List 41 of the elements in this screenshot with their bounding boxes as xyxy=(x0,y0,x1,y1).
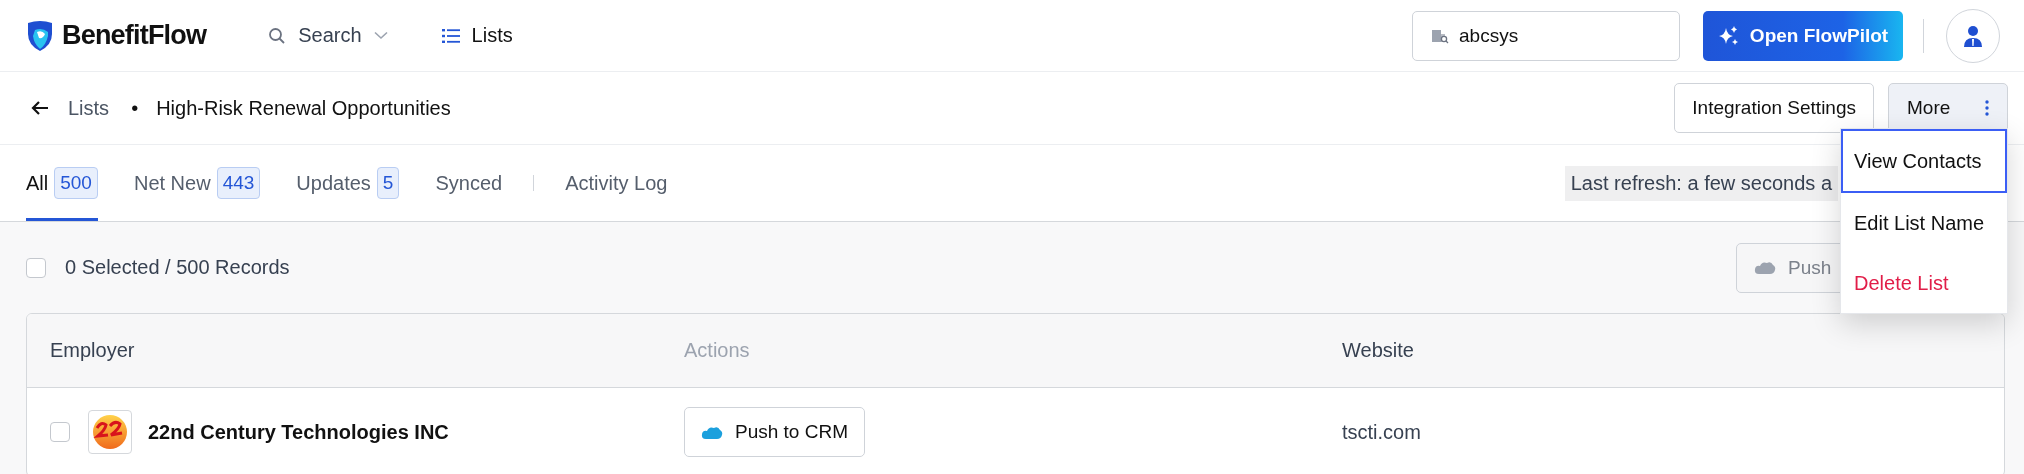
menu-item[interactable]: Delete List xyxy=(1841,253,2007,313)
person-icon xyxy=(1962,24,1984,47)
selection-summary: 0 Selected / 500 Records xyxy=(65,256,290,279)
company-logo-icon xyxy=(91,413,129,451)
avatar-button[interactable] xyxy=(1946,8,2000,63)
employer-name: 22nd Century Technologies INC xyxy=(148,420,449,444)
list-title: High-Risk Renewal Opportunities xyxy=(156,96,451,120)
search-field[interactable]: abcsys xyxy=(1412,10,1680,61)
kebab-icon xyxy=(1985,100,1989,116)
integration-settings-button[interactable]: Integration Settings xyxy=(1674,83,1874,133)
column-header: Actions xyxy=(684,339,750,362)
search-icon xyxy=(268,26,287,45)
breadcrumb-link[interactable]: Lists xyxy=(68,96,110,120)
row-checkbox[interactable] xyxy=(50,422,70,442)
count-badge: 500 xyxy=(54,167,98,199)
website-text: tscti.com xyxy=(1342,420,1421,444)
list-icon xyxy=(441,27,460,44)
last-refresh-label: Last refresh: a few seconds a xyxy=(1564,165,1838,201)
menu-item[interactable]: Edit List Name xyxy=(1841,193,2007,253)
nav-link[interactable]: Lists xyxy=(441,24,513,47)
brand-name: BenefitFlow xyxy=(62,20,207,51)
count-badge: 5 xyxy=(376,167,400,199)
shield-logo-icon xyxy=(26,19,54,52)
tab[interactable]: All 500 xyxy=(26,145,98,221)
tab[interactable]: Net New 443 xyxy=(133,145,261,221)
count-badge: 443 xyxy=(216,167,261,199)
building-search-icon xyxy=(1431,27,1449,44)
tab[interactable]: Activity Log xyxy=(565,145,668,221)
select-all-checkbox[interactable] xyxy=(26,257,46,278)
cloud-icon xyxy=(701,424,723,440)
cloud-icon xyxy=(1754,260,1776,275)
tab[interactable]: Synced xyxy=(435,145,503,221)
chevron-down-icon xyxy=(373,31,388,40)
column-header: Website xyxy=(1342,339,1414,362)
push-to-crm-button[interactable]: Push to CRM xyxy=(684,407,865,457)
tab[interactable]: Updates 5 xyxy=(296,145,400,221)
back-arrow-icon[interactable] xyxy=(31,100,49,116)
open-flowpilot-button[interactable]: Open FlowPilot xyxy=(1703,10,1903,61)
breadcrumb-separator: • xyxy=(131,96,139,120)
nav-link[interactable]: Search xyxy=(268,24,388,47)
column-header: Employer xyxy=(50,339,135,362)
